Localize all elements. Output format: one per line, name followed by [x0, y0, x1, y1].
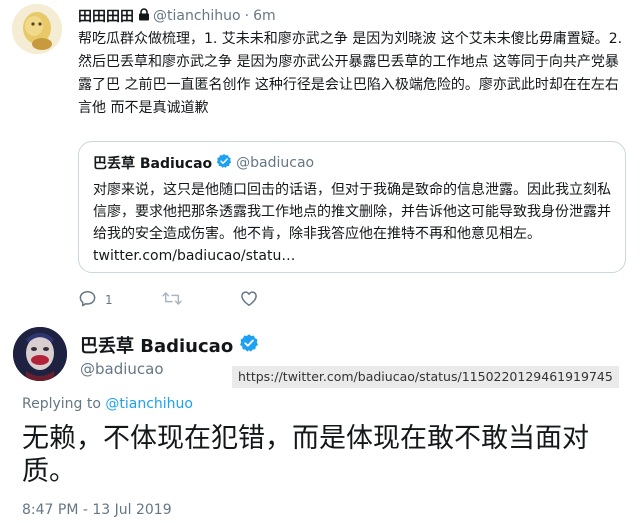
parent-tweet[interactable]: 田田田田 @tianchihuo · 6m 帮吃瓜群众做梳理，1. 艾未未和廖亦…: [0, 0, 640, 322]
avatar[interactable]: [13, 327, 67, 381]
reply-icon: [78, 289, 97, 311]
reply-count: 1: [105, 293, 113, 307]
separator-dot: ·: [244, 8, 250, 24]
quoted-tweet-text: 对廖来说，这只是他随口回击的话语，但对于我确是致命的信息泄露。因此我立刻私信廖，…: [93, 179, 613, 267]
handle: @badiucao: [236, 155, 315, 171]
tweet-timestamp[interactable]: 8:47 PM - 13 Jul 2019: [22, 502, 172, 518]
replying-to: Replying to @tianchihuo: [22, 396, 193, 412]
tweet-text: 帮吃瓜群众做梳理，1. 艾未未和廖亦武之争 是因为刘晓波 这个艾未未傻比毋庸置疑…: [78, 31, 623, 116]
focused-tweet: 巴丢草 Badiucao @badiucao https://twitter.c…: [0, 322, 640, 523]
quoted-tweet-header: 巴丢草 Badiucao @badiucao: [93, 153, 314, 173]
timestamp[interactable]: 6m: [253, 8, 276, 24]
display-name: 巴丢草 Badiucao: [93, 156, 213, 172]
handle[interactable]: @tianchihuo: [153, 8, 241, 24]
parent-tweet-header: 田田田田 @tianchihuo · 6m: [78, 6, 276, 26]
quoted-text-body: 对廖来说，这只是他随口回击的话语，但对于我确是致命的信息泄露。因此我立刻私信廖，…: [93, 182, 611, 242]
retweet-button[interactable]: [161, 289, 183, 311]
tweet-text: 无赖，不体现在犯错，而是体现在敢不敢当面对质。: [22, 423, 589, 487]
author-name-row: 巴丢草 Badiucao: [80, 332, 259, 358]
display-name[interactable]: 巴丢草 Badiucao: [80, 332, 233, 358]
display-name[interactable]: 田田田田: [78, 6, 134, 26]
quoted-tweet[interactable]: 巴丢草 Badiucao @badiucao 对廖来说，这只是他随口回击的话语，…: [78, 141, 626, 273]
retweet-icon: [161, 289, 183, 311]
tweet-actions: 1: [78, 288, 301, 312]
replying-prefix: Replying to: [22, 396, 101, 412]
handle[interactable]: @badiucao: [80, 360, 164, 378]
verified-badge-icon: [216, 153, 232, 173]
status-url-overlay: https://twitter.com/badiucao/status/1150…: [232, 366, 619, 388]
like-icon: [239, 289, 259, 311]
like-button[interactable]: [239, 289, 259, 311]
replying-to-link[interactable]: @tianchihuo: [105, 396, 193, 412]
tweet-link[interactable]: twitter.com/badiucao/statu…: [93, 248, 295, 264]
avatar[interactable]: [12, 4, 62, 54]
reply-button[interactable]: 1: [78, 289, 113, 311]
lock-icon: [138, 7, 150, 25]
verified-badge-icon: [239, 333, 259, 357]
